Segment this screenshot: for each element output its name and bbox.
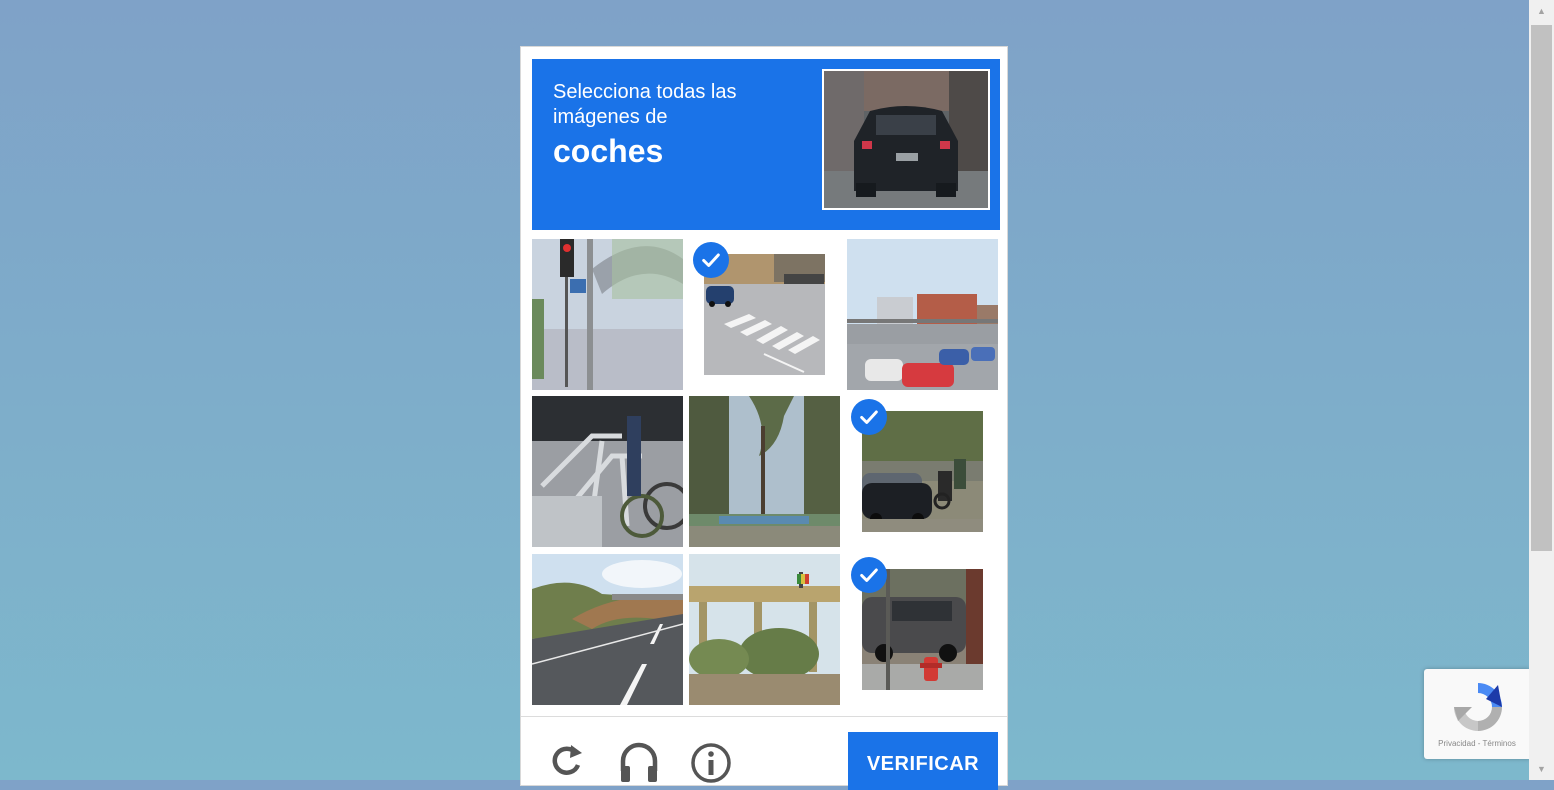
grid-tile[interactable] bbox=[532, 396, 683, 547]
tile-image bbox=[532, 239, 683, 390]
instruction-line-2: imágenes de bbox=[553, 106, 668, 128]
grid-tile[interactable] bbox=[847, 396, 998, 547]
tile-image bbox=[689, 396, 840, 547]
verify-button[interactable]: VERIFICAR bbox=[848, 732, 998, 790]
instruction-line-1: Selecciona todas las bbox=[553, 81, 737, 103]
grid-tile[interactable] bbox=[847, 239, 998, 390]
help-button[interactable] bbox=[689, 739, 733, 783]
grid-tile[interactable] bbox=[689, 396, 840, 547]
selected-check-icon bbox=[693, 242, 729, 278]
recaptcha-logo-icon bbox=[1454, 683, 1502, 731]
headphones-icon bbox=[620, 742, 658, 782]
selected-check-icon bbox=[851, 399, 887, 435]
scroll-up-arrow-icon[interactable]: ▲ bbox=[1533, 2, 1550, 19]
sample-image bbox=[822, 69, 990, 210]
selected-check-icon bbox=[851, 557, 887, 593]
captcha-dialog: Selecciona todas las imágenes de coches bbox=[520, 46, 1008, 790]
privacy-terms-links[interactable]: Privacidad - Términos bbox=[1424, 739, 1530, 748]
grid-tile[interactable] bbox=[532, 554, 683, 705]
grid-tile[interactable] bbox=[532, 239, 683, 390]
audio-challenge-button[interactable] bbox=[617, 739, 661, 783]
grid-tile[interactable] bbox=[689, 554, 840, 705]
info-icon bbox=[691, 743, 731, 783]
challenge-target: coches bbox=[553, 133, 664, 169]
reload-button[interactable] bbox=[545, 739, 589, 783]
grid-tile[interactable] bbox=[689, 239, 840, 390]
tile-image bbox=[689, 554, 840, 705]
grid-tile[interactable] bbox=[847, 554, 998, 705]
tile-image bbox=[532, 396, 683, 547]
footer-divider bbox=[521, 716, 1007, 717]
challenge-header: Selecciona todas las imágenes de coches bbox=[532, 59, 1000, 230]
scroll-thumb[interactable] bbox=[1531, 25, 1552, 551]
reload-icon bbox=[552, 745, 582, 775]
scroll-down-arrow-icon[interactable]: ▼ bbox=[1533, 760, 1550, 777]
tile-image bbox=[847, 239, 998, 390]
recaptcha-badge[interactable]: Privacidad - Términos bbox=[1424, 669, 1530, 759]
vertical-scrollbar[interactable]: ▲ ▼ bbox=[1529, 0, 1554, 780]
tile-image bbox=[532, 554, 683, 705]
image-grid bbox=[532, 239, 1000, 707]
